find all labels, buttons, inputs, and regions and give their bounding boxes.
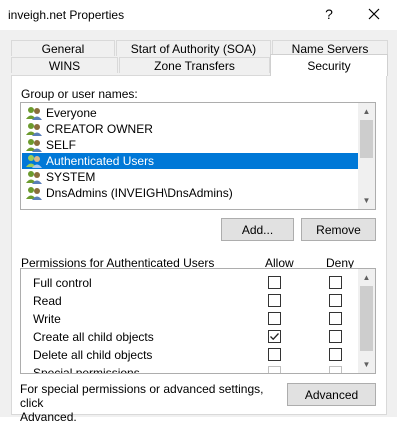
hint-line-2: Advanced.: [20, 410, 77, 424]
list-item-self[interactable]: SELF: [22, 137, 358, 153]
close-icon: [368, 8, 380, 20]
allow-checkbox[interactable]: [268, 330, 281, 343]
users-group-icon: [26, 122, 42, 136]
group-user-listbox[interactable]: Everyone CREATOR OWNER SELF Authenticate…: [20, 102, 376, 210]
close-button[interactable]: [360, 2, 388, 26]
allow-checkbox[interactable]: [268, 348, 281, 361]
list-item-authenticated-users[interactable]: Authenticated Users: [22, 153, 358, 169]
permission-row-read: Read: [21, 291, 359, 309]
scroll-up-arrow-icon[interactable]: ▲: [358, 103, 375, 120]
permission-name: Full control: [33, 276, 92, 290]
deny-checkbox: [329, 366, 342, 373]
scroll-thumb[interactable]: [360, 286, 373, 351]
list-item-dnsadmins[interactable]: DnsAdmins (INVEIGH\DnsAdmins): [22, 185, 358, 201]
list-item-creator-owner[interactable]: CREATOR OWNER: [22, 121, 358, 137]
permission-name: Special permissions: [33, 366, 140, 374]
permissions-scrollbar[interactable]: ▲ ▼: [358, 269, 375, 373]
tab-security[interactable]: Security: [270, 54, 388, 76]
tab-zone-transfers[interactable]: Zone Transfers: [119, 57, 270, 73]
permission-row-special-permissions: Special permissions: [21, 363, 359, 374]
users-group-icon: [26, 170, 42, 184]
group-or-user-names-label: Group or user names:: [21, 87, 138, 101]
deny-checkbox[interactable]: [329, 330, 342, 343]
list-item-label: DnsAdmins (INVEIGH\DnsAdmins): [46, 186, 233, 200]
deny-checkbox[interactable]: [329, 276, 342, 289]
hint-line-1: For special permissions or advanced sett…: [20, 382, 264, 410]
scroll-up-arrow-icon[interactable]: ▲: [358, 269, 375, 286]
advanced-button[interactable]: Advanced: [287, 383, 376, 406]
list-item-label: Authenticated Users: [46, 154, 155, 168]
users-group-icon: [26, 138, 42, 152]
list-item-label: CREATOR OWNER: [46, 122, 153, 136]
allow-checkbox: [268, 366, 281, 373]
add-button[interactable]: Add...: [221, 218, 294, 241]
permission-name: Delete all child objects: [33, 348, 153, 362]
list-item-label: SELF: [46, 138, 77, 152]
tab-general[interactable]: General: [11, 40, 115, 56]
group-list-scrollbar[interactable]: ▲ ▼: [358, 103, 375, 209]
permission-name: Create all child objects: [33, 330, 154, 344]
scroll-thumb[interactable]: [360, 120, 373, 158]
users-group-icon: [26, 106, 42, 120]
title-bar: inveigh.net Properties ?: [0, 0, 397, 30]
permission-name: Write: [33, 312, 61, 326]
list-item-system[interactable]: SYSTEM: [22, 169, 358, 185]
deny-checkbox[interactable]: [329, 294, 342, 307]
checkmark-icon: [270, 333, 279, 341]
tab-wins[interactable]: WINS: [11, 57, 118, 73]
scroll-down-arrow-icon[interactable]: ▼: [358, 356, 375, 373]
users-group-icon: [26, 186, 42, 200]
help-button[interactable]: ?: [316, 2, 342, 26]
allow-checkbox[interactable]: [268, 312, 281, 325]
permission-row-create-all-child-objects: Create all child objects: [21, 327, 359, 345]
permission-name: Read: [33, 294, 62, 308]
permission-row-write: Write: [21, 309, 359, 327]
list-item-label: Everyone: [46, 106, 97, 120]
allow-checkbox[interactable]: [268, 294, 281, 307]
remove-button[interactable]: Remove: [301, 218, 376, 241]
users-group-icon: [26, 154, 42, 168]
advanced-hint-text: For special permissions or advanced sett…: [20, 382, 280, 424]
permission-row-delete-all-child-objects: Delete all child objects: [21, 345, 359, 363]
permission-row-full-control: Full control: [21, 273, 359, 291]
list-item-label: SYSTEM: [46, 170, 96, 184]
tab-start-of-authority[interactable]: Start of Authority (SOA): [116, 40, 271, 56]
deny-checkbox[interactable]: [329, 348, 342, 361]
deny-checkbox[interactable]: [329, 312, 342, 325]
window-title: inveigh.net Properties: [8, 8, 125, 22]
permissions-list: Full control Read Write Create all child…: [20, 268, 376, 374]
scroll-down-arrow-icon[interactable]: ▼: [358, 192, 375, 209]
allow-checkbox[interactable]: [268, 276, 281, 289]
list-item-everyone[interactable]: Everyone: [22, 105, 358, 121]
